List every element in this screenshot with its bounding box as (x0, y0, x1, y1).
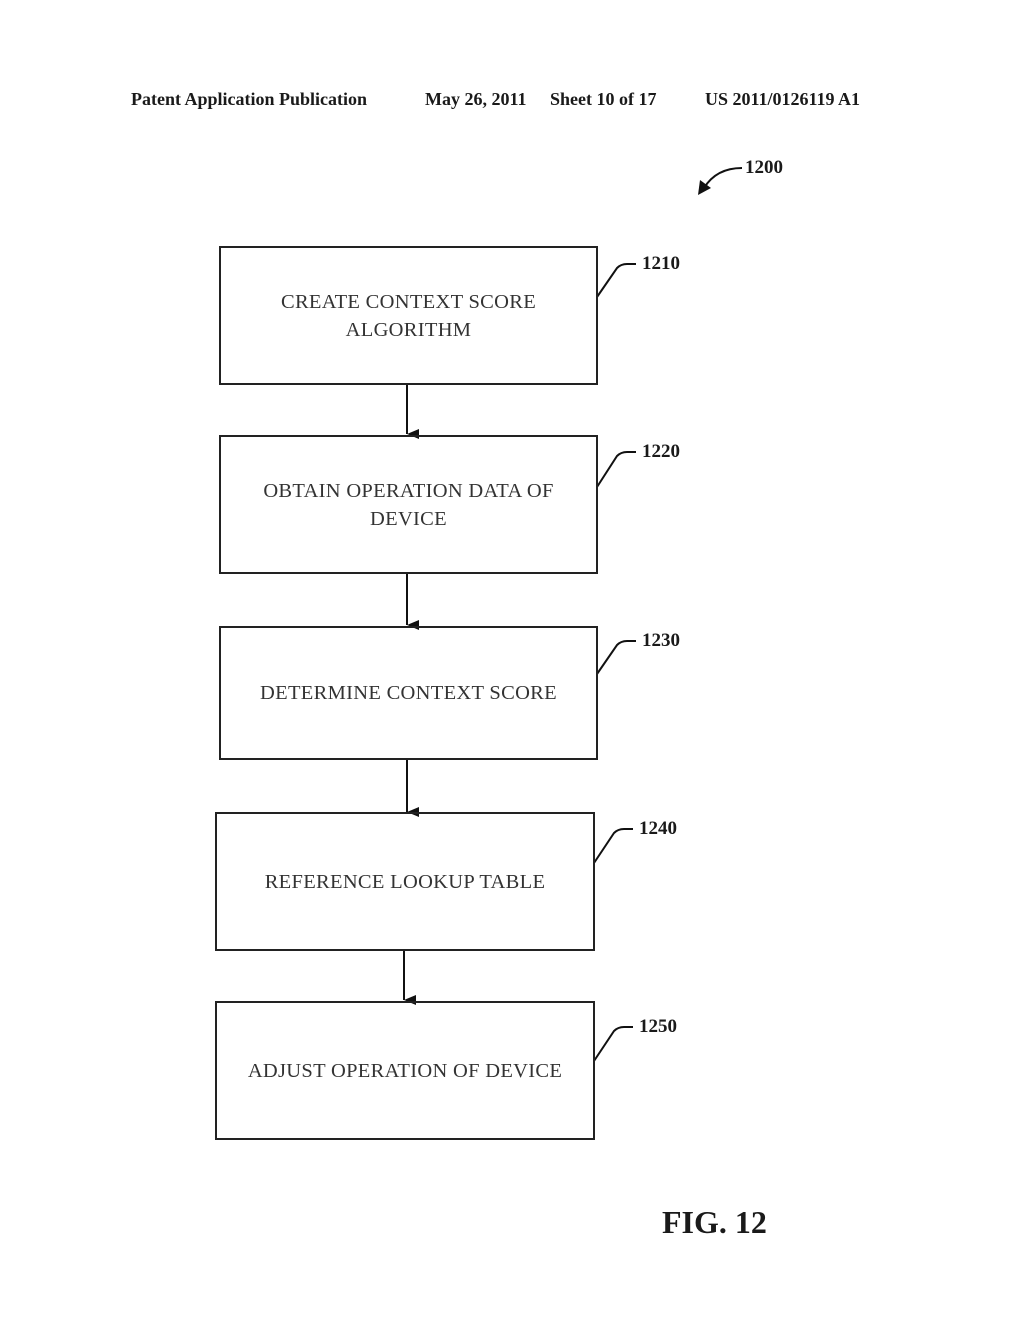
step-text: ADJUST OPERATION OF DEVICE (247, 1059, 563, 1082)
step-ref-1230: 1230 (642, 630, 680, 651)
step-box-1250: ADJUST OPERATION OF DEVICE (215, 1001, 595, 1140)
figure-ref-arrow (698, 167, 743, 195)
step-ref-1240: 1240 (639, 818, 677, 839)
step-ref-1250: 1250 (639, 1016, 677, 1037)
step-box-1230: DETERMINE CONTEXT SCORE (219, 626, 598, 760)
step-ref-1210: 1210 (642, 253, 680, 274)
step-box-1220: OBTAIN OPERATION DATA OF DEVICE (219, 435, 598, 574)
leader-1230 (596, 640, 636, 675)
step-box-1240: REFERENCE LOOKUP TABLE (215, 812, 595, 951)
leader-1220 (596, 451, 636, 488)
step-text: OBTAIN OPERATION DATA OF DEVICE (263, 479, 554, 530)
leader-1250 (593, 1026, 633, 1062)
step-text: DETERMINE CONTEXT SCORE (260, 682, 557, 704)
step-ref-1220: 1220 (642, 441, 680, 462)
step-text: REFERENCE LOOKUP TABLE (264, 870, 546, 893)
step-box-1210: CREATE CONTEXT SCORE ALGORITHM (219, 246, 598, 385)
figure-ref-number: 1200 (745, 157, 783, 178)
leader-1240 (593, 828, 633, 864)
leader-1210 (596, 263, 636, 298)
step-text: CREATE CONTEXT SCORE ALGORITHM (280, 290, 537, 341)
figure-label: FIG. 12 (662, 1204, 767, 1240)
